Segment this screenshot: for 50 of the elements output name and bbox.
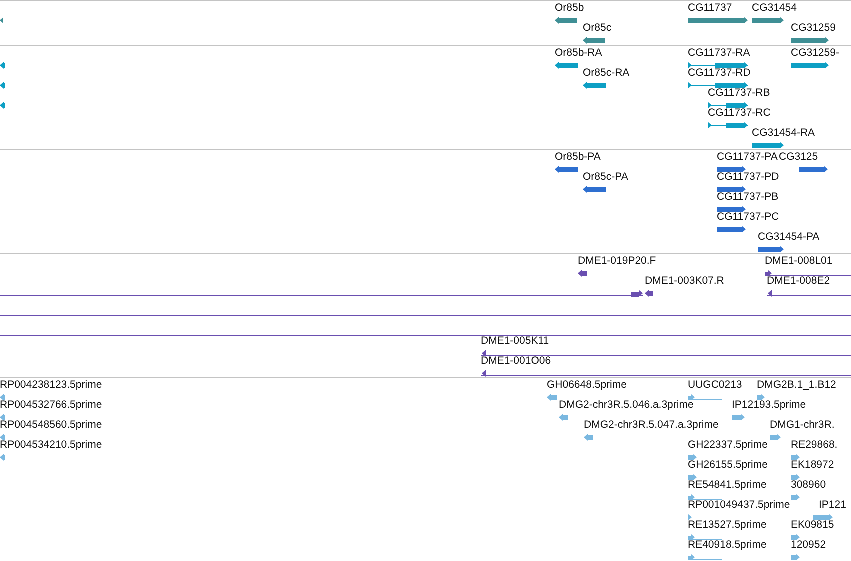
feature-label: Or85c — [583, 22, 612, 35]
feature-label: DME1-003K07.R — [645, 275, 724, 288]
feature-label: CG31454 — [752, 2, 797, 15]
feature-label: Or85b-PA — [555, 151, 601, 164]
feature-label: DME1-008L01 — [765, 255, 833, 268]
feature-label: 120952 — [791, 539, 826, 552]
feature-label: CG11737-PB — [717, 191, 779, 204]
feature-label: CG11737-RA — [688, 47, 750, 60]
feature-label: RP004238123.5prime — [0, 379, 102, 392]
feature-label: EK18972 — [791, 459, 834, 472]
feature-label: UUGC0213 — [688, 379, 742, 392]
feature-label: RP001049437.5prime — [688, 499, 790, 512]
feature-label: GH06648.5prime — [547, 379, 627, 392]
feature-label: Or85b-RA — [555, 47, 602, 60]
feature-label: CG31454-PA — [758, 231, 820, 244]
feature-label: GH26155.5prime — [688, 459, 768, 472]
feature-label: DMG2-chr3R.5.047.a.3prime — [584, 419, 719, 432]
feature-label: Or85c-RA — [583, 67, 630, 80]
feature-label: DME1-008E2 — [767, 275, 830, 288]
feature-label: Or85c-PA — [583, 171, 628, 184]
feature-label: RE13527.5prime — [688, 519, 767, 532]
feature-label: IP12193.5prime — [732, 399, 806, 412]
feature-label: RE29868. — [791, 439, 838, 452]
feature-label: DMG1-chr3R. — [770, 419, 835, 432]
feature-label: DME1-005K11 — [481, 335, 550, 348]
feature-label: CG11737 — [688, 2, 732, 15]
feature-label: CG11737-RD — [688, 67, 751, 80]
feature-label: IP121 — [819, 499, 846, 512]
feature-label: 308960 — [791, 479, 826, 492]
feature-label: RE40918.5prime — [688, 539, 767, 552]
feature-label: RP004532766.5prime — [0, 399, 102, 412]
feature-label: RE54841.5prime — [688, 479, 767, 492]
feature-label: DME1-019P20.F — [578, 255, 656, 268]
feature-label: CG11737-PA — [717, 151, 778, 164]
feature-label: CG11737-RB — [708, 87, 770, 100]
feature-label: CG3125 — [779, 151, 818, 164]
feature-label: CG11737-PD — [717, 171, 780, 184]
feature-label: DMG2-chr3R.5.046.a.3prime — [559, 399, 694, 412]
feature-label: GH22337.5prime — [688, 439, 768, 452]
feature-label: RP004534210.5prime — [0, 439, 102, 452]
feature-label: CG31259- — [791, 47, 840, 60]
feature-label: Or85b — [555, 2, 584, 15]
feature-label: RP004548560.5prime — [0, 419, 102, 432]
feature-label: CG11737-RC — [708, 107, 771, 120]
feature-label: CG11737-PC — [717, 211, 780, 224]
feature-label: DMG2B.1_1.B12 — [757, 379, 836, 392]
feature-label: DME1-001O06 — [481, 355, 552, 368]
feature-label: EK09815 — [791, 519, 834, 532]
feature-label: CG31259 — [791, 22, 836, 35]
feature-label: CG31454-RA — [752, 127, 816, 140]
